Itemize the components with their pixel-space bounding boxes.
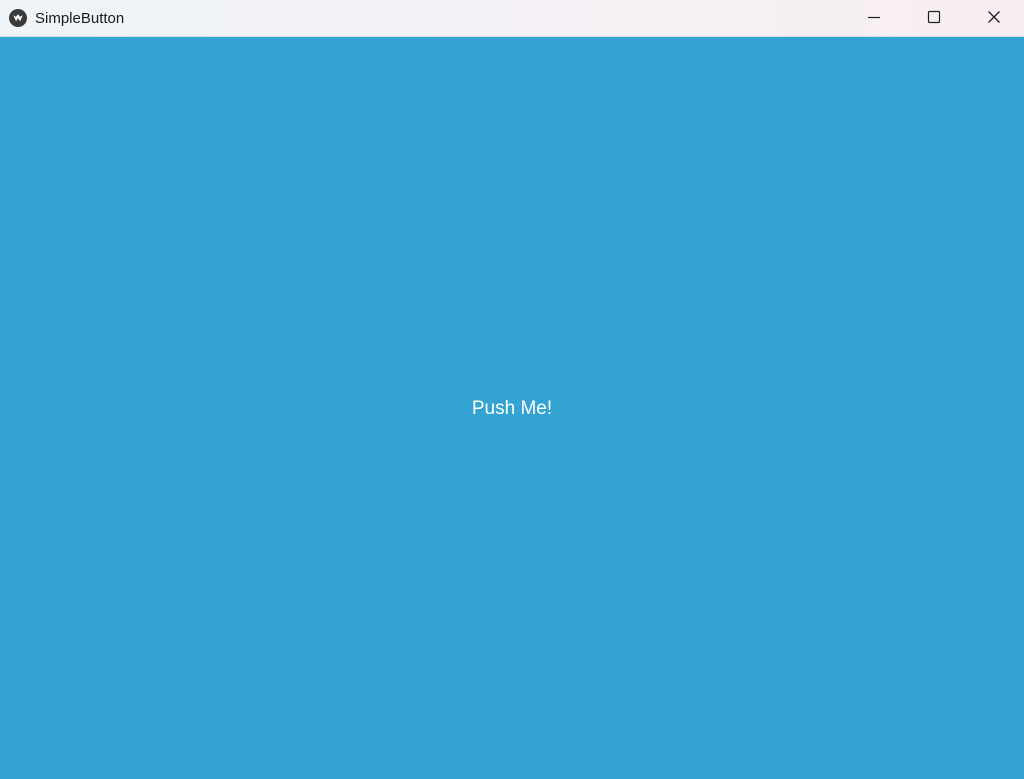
window-controls: [844, 0, 1024, 37]
close-button[interactable]: [964, 0, 1024, 37]
title-bar-left: SimpleButton: [0, 0, 124, 37]
window-title: SimpleButton: [35, 9, 125, 27]
maximize-button[interactable]: [904, 0, 964, 37]
title-bar[interactable]: SimpleButton: [0, 0, 1024, 37]
push-me-button[interactable]: Push Me!: [0, 37, 1024, 779]
maximize-icon: [927, 9, 941, 28]
close-icon: [987, 9, 1001, 28]
app-icon: [8, 8, 28, 28]
minimize-icon: [867, 9, 881, 28]
application-window: SimpleButton Push Me!: [0, 0, 1024, 779]
minimize-button[interactable]: [844, 0, 904, 37]
push-me-label: Push Me!: [471, 397, 553, 419]
main-content: Push Me!: [0, 37, 1024, 779]
